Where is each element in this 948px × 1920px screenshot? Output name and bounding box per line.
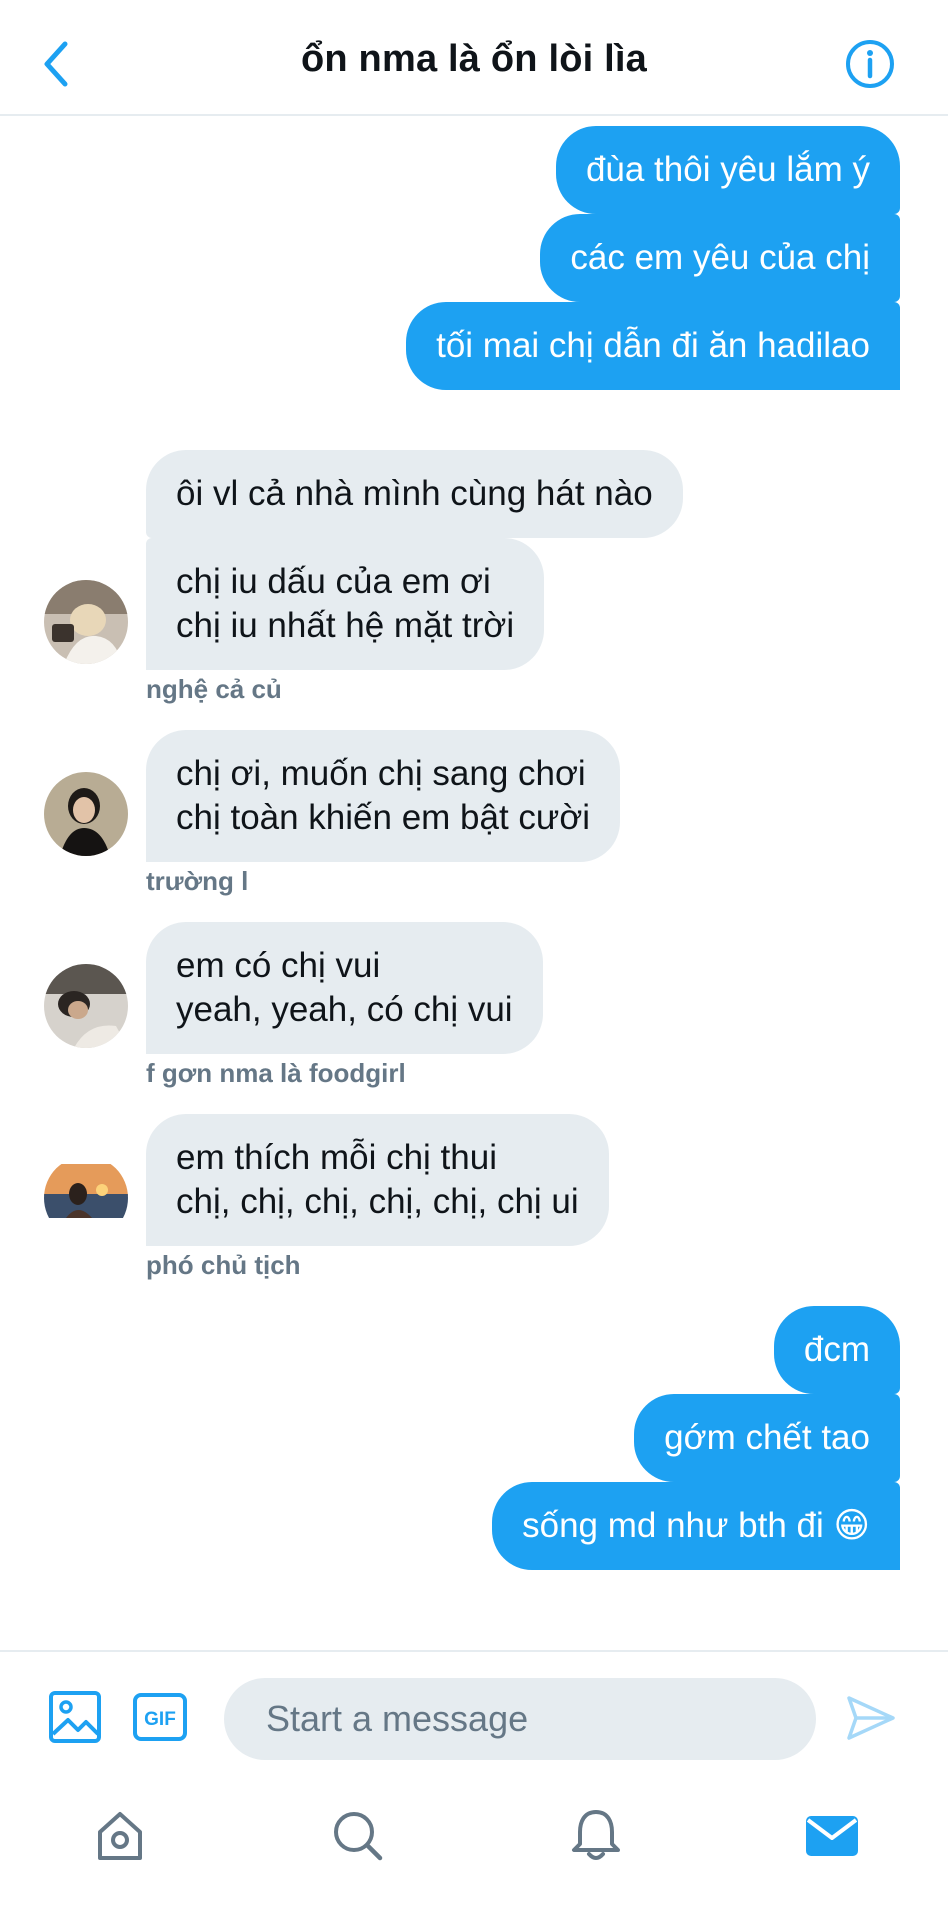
conversation-title[interactable]: ổn nma là ổn lòi lìa: [150, 38, 798, 81]
message-bubble: em có chị vui yeah, yeah, có chị vui: [146, 922, 543, 1054]
message-bubble: đùa thôi yêu lắm ý: [555, 126, 900, 214]
outgoing-message[interactable]: tối mai chị dẫn đi ăn hadilao: [406, 302, 900, 390]
info-button[interactable]: [844, 38, 896, 90]
conversation-header: ổn nma là ổn lòi lìa: [0, 0, 948, 116]
message-bubble: sống md như bth đi 😁: [492, 1482, 900, 1570]
incoming-message[interactable]: chị ơi, muốn chị sang chơi chị toàn khiế…: [146, 730, 621, 862]
sender-name: trường l: [146, 866, 249, 896]
tab-search[interactable]: [330, 1808, 386, 1869]
avatar[interactable]: [44, 580, 128, 664]
incoming-message[interactable]: em có chị vui yeah, yeah, có chị vui: [146, 922, 543, 1054]
info-icon: [846, 40, 894, 88]
avatar[interactable]: [44, 964, 128, 1048]
incoming-message[interactable]: em thích mỗi chị thui chị, chị, chị, chị…: [146, 1114, 609, 1246]
svg-text:GIF: GIF: [144, 1709, 176, 1730]
sender-name: nghệ cả củ: [146, 674, 282, 704]
message-bubble: các em yêu của chị: [540, 214, 900, 302]
message-bubble: ôi vl cả nhà mình cùng hát nào: [146, 450, 683, 538]
message-bubble: chị iu dấu của em ơi chị iu nhất hệ mặt …: [146, 538, 545, 670]
home-icon: [98, 1812, 142, 1860]
sender-name: f gơn nma là foodgirl: [146, 1058, 406, 1088]
message-thread[interactable]: đùa thôi yêu lắm ý các em yêu của chị tố…: [0, 118, 948, 1648]
sender-name: phó chủ tịch: [146, 1250, 301, 1280]
incoming-message[interactable]: ôi vl cả nhà mình cùng hát nào: [146, 450, 683, 538]
tab-notifications[interactable]: [568, 1806, 624, 1869]
avatar[interactable]: [44, 772, 128, 856]
outgoing-message[interactable]: đùa thôi yêu lắm ý: [555, 126, 900, 214]
add-image-button[interactable]: [48, 1690, 102, 1749]
bottom-tab-bar: [0, 1780, 948, 1920]
message-bubble: tối mai chị dẫn đi ăn hadilao: [406, 302, 900, 390]
outgoing-message[interactable]: sống md như bth đi 😁: [492, 1482, 900, 1570]
avatar[interactable]: [44, 1156, 128, 1240]
back-button[interactable]: [36, 36, 76, 92]
message-composer: GIF: [0, 1650, 948, 1780]
mail-icon: [806, 1816, 858, 1856]
gif-icon: GIF: [133, 1693, 187, 1741]
send-icon: [847, 1696, 895, 1740]
message-bubble: chị ơi, muốn chị sang chơi chị toàn khiế…: [146, 730, 621, 862]
search-icon: [334, 1812, 383, 1861]
message-input[interactable]: [224, 1678, 816, 1760]
incoming-message[interactable]: chị iu dấu của em ơi chị iu nhất hệ mặt …: [146, 538, 545, 670]
outgoing-message[interactable]: đcm: [773, 1306, 900, 1394]
message-bubble: gớm chết tao: [634, 1394, 900, 1482]
image-icon: [49, 1691, 101, 1743]
message-bubble: em thích mỗi chị thui chị, chị, chị, chị…: [146, 1114, 609, 1246]
bell-icon: [572, 1810, 620, 1860]
outgoing-message[interactable]: các em yêu của chị: [540, 214, 900, 302]
add-gif-button[interactable]: GIF: [132, 1692, 188, 1747]
chevron-left-icon: [44, 41, 68, 87]
tab-messages[interactable]: [804, 1812, 860, 1865]
tab-home[interactable]: [92, 1808, 148, 1869]
outgoing-message[interactable]: gớm chết tao: [634, 1394, 900, 1482]
message-bubble: đcm: [773, 1306, 900, 1394]
send-button[interactable]: [846, 1694, 896, 1747]
